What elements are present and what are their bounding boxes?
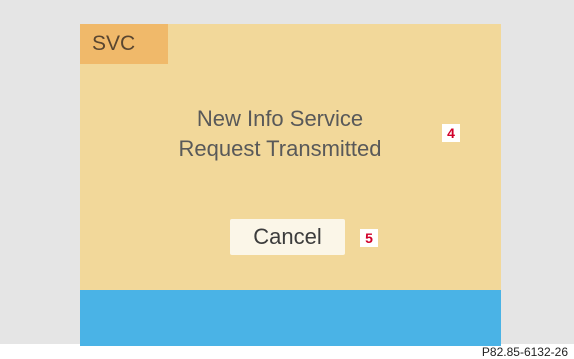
callout-marker-message: 4 xyxy=(442,124,460,142)
cancel-button[interactable]: Cancel xyxy=(230,219,345,255)
status-message: New Info Service Request Transmitted xyxy=(140,104,420,164)
message-line-1: New Info Service xyxy=(196,106,364,131)
bottom-status-bar xyxy=(80,290,501,346)
svc-mode-tab: SVC xyxy=(80,24,168,64)
callout-marker-cancel: 5 xyxy=(360,229,378,247)
message-line-2: Request Transmitted xyxy=(178,136,382,161)
figure-reference: P82.85-6132-26 xyxy=(481,345,568,359)
figure-frame: SVC New Info Service Request Transmitted… xyxy=(0,0,574,346)
display-screen: SVC New Info Service Request Transmitted… xyxy=(80,24,501,346)
